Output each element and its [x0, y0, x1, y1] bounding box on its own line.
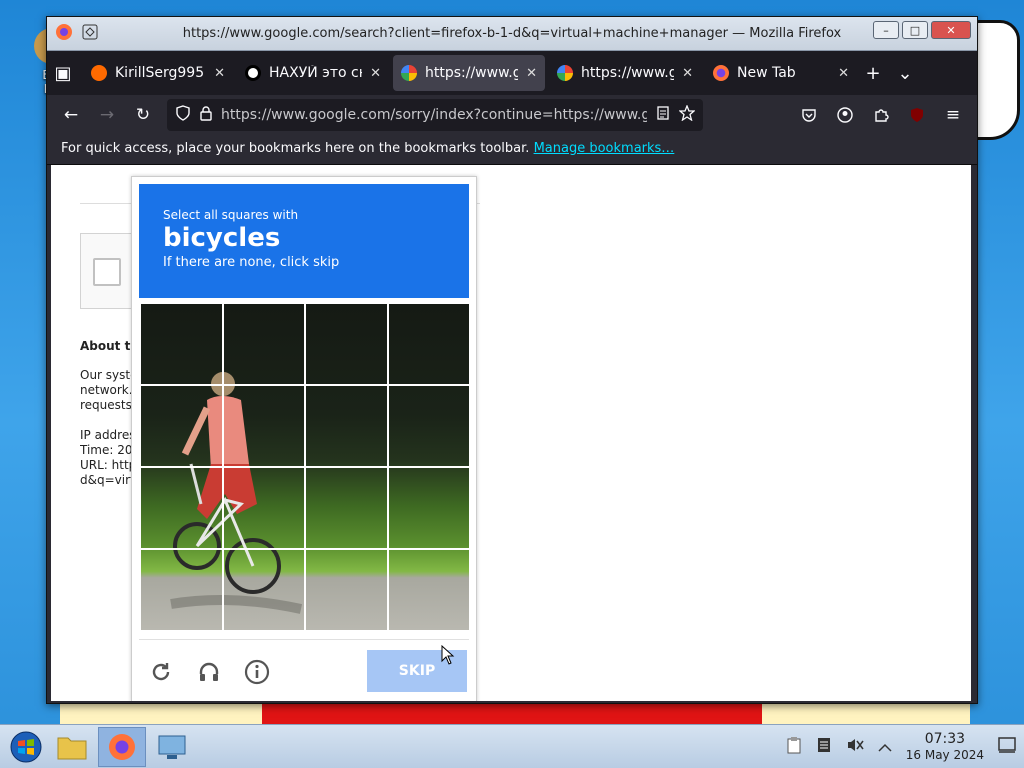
tab-google-search[interactable]: https://www.go ✕ [549, 55, 701, 91]
captcha-tile[interactable] [388, 304, 469, 384]
taskbar: 07:33 16 May 2024 [0, 724, 1024, 768]
forward-button[interactable]: → [91, 99, 123, 131]
tray-expand-icon[interactable] [878, 738, 892, 757]
clock-date: 16 May 2024 [905, 748, 984, 762]
bookmarks-hint-text: For quick access, place your bookmarks h… [61, 141, 530, 156]
audio-challenge-icon[interactable] [195, 658, 223, 686]
url-input[interactable] [221, 107, 647, 123]
window-title: https://www.google.com/search?client=fir… [182, 26, 842, 41]
captcha-image-grid [141, 304, 469, 630]
manage-bookmarks-link[interactable]: Manage bookmarks… [534, 141, 675, 156]
minimize-button[interactable]: – [873, 21, 899, 39]
pocket-icon[interactable] [793, 99, 825, 131]
hamburger-menu-icon[interactable]: ≡ [937, 99, 969, 131]
shield-icon[interactable] [175, 105, 191, 125]
clock-time: 07:33 [924, 731, 966, 747]
tab-close-icon[interactable]: ✕ [214, 66, 225, 81]
back-button[interactable]: ← [55, 99, 87, 131]
captcha-hint: If there are none, click skip [163, 255, 340, 270]
tab-close-icon[interactable]: ✕ [838, 66, 849, 81]
captcha-tile[interactable] [223, 386, 304, 466]
page-content: About th Our syste network. requests IP … [51, 165, 971, 701]
system-settings-icon[interactable] [152, 727, 192, 767]
tab-close-icon[interactable]: ✕ [682, 66, 693, 81]
tab-kirillserg[interactable]: KirillSerg995 — ✕ [83, 55, 233, 91]
tab-label: НАХУЙ это сю [269, 65, 363, 81]
close-window-button[interactable]: ✕ [931, 21, 971, 39]
tab-label: https://www.go [581, 65, 675, 81]
reload-challenge-icon[interactable] [147, 658, 175, 686]
captcha-tile[interactable] [141, 386, 222, 466]
tab-new-tab[interactable]: New Tab ✕ [705, 55, 857, 91]
window-titlebar[interactable]: https://www.google.com/search?client=fir… [47, 17, 977, 51]
firefox-taskbar-icon[interactable] [98, 726, 146, 767]
captcha-tile[interactable] [141, 304, 222, 384]
captcha-tile[interactable] [306, 386, 387, 466]
ublock-origin-icon[interactable] [901, 99, 933, 131]
url-bar[interactable] [167, 99, 703, 131]
reload-button[interactable]: ↻ [127, 99, 159, 131]
tab-close-icon[interactable]: ✕ [370, 66, 381, 81]
captcha-tile[interactable] [141, 550, 222, 630]
captcha-challenge-popup: Select all squares with bicycles If ther… [131, 176, 477, 701]
captcha-tile[interactable] [223, 304, 304, 384]
storage-icon[interactable] [816, 736, 832, 758]
firefox-favicon-icon [713, 65, 729, 81]
tab-close-icon[interactable]: ✕ [526, 66, 537, 81]
firefox-view-icon[interactable]: ▣ [47, 63, 79, 84]
captcha-tile[interactable] [306, 550, 387, 630]
clock[interactable]: 07:33 16 May 2024 [906, 731, 984, 763]
tab-label: New Tab [737, 65, 796, 81]
info-icon[interactable] [243, 658, 271, 686]
firefox-window: https://www.google.com/search?client=fir… [46, 16, 978, 704]
tab-google-captcha[interactable]: https://www.gc ✕ [393, 55, 545, 91]
captcha-tile[interactable] [223, 550, 304, 630]
list-all-tabs-button[interactable]: ⌄ [889, 63, 921, 84]
captcha-tile[interactable] [388, 550, 469, 630]
navigation-toolbar: ← → ↻ ≡ [47, 95, 977, 135]
recaptcha-checkbox[interactable] [93, 258, 121, 286]
tab-second[interactable]: НАХУЙ это сю ✕ [237, 55, 389, 91]
system-tray: 07:33 16 May 2024 [786, 725, 1016, 768]
tab-favicon-icon [245, 65, 261, 81]
file-manager-icon[interactable] [52, 727, 92, 767]
extensions-icon[interactable] [865, 99, 897, 131]
captcha-header: Select all squares with bicycles If ther… [139, 184, 469, 298]
captcha-tile[interactable] [306, 304, 387, 384]
clipboard-icon[interactable] [786, 736, 802, 758]
show-desktop-icon[interactable] [998, 737, 1016, 757]
tab-label: KirillSerg995 — [115, 65, 206, 81]
captcha-target: bicycles [163, 223, 281, 253]
google-favicon-icon [401, 65, 417, 81]
captcha-tile[interactable] [388, 386, 469, 466]
captcha-footer: SKIP [139, 639, 469, 701]
new-tab-button[interactable]: + [857, 63, 889, 84]
tab-bar: ▣ KirillSerg995 — ✕ НАХУЙ это сю ✕ https… [47, 51, 977, 95]
captcha-tile[interactable] [306, 468, 387, 548]
captcha-tile[interactable] [388, 468, 469, 548]
captcha-tile[interactable] [223, 468, 304, 548]
captcha-prompt: Select all squares with [163, 208, 299, 222]
account-icon[interactable] [829, 99, 861, 131]
volume-muted-icon[interactable] [846, 737, 864, 757]
maximize-button[interactable]: □ [902, 21, 928, 39]
start-menu-button[interactable] [6, 727, 46, 767]
google-favicon-icon [557, 65, 573, 81]
tab-favicon-icon [91, 65, 107, 81]
reader-view-icon[interactable] [655, 105, 671, 125]
lock-icon[interactable] [199, 105, 213, 125]
bookmark-star-icon[interactable] [678, 104, 696, 125]
bookmarks-toolbar: For quick access, place your bookmarks h… [47, 135, 977, 165]
captcha-tile[interactable] [141, 468, 222, 548]
tab-label: https://www.gc [425, 65, 519, 81]
